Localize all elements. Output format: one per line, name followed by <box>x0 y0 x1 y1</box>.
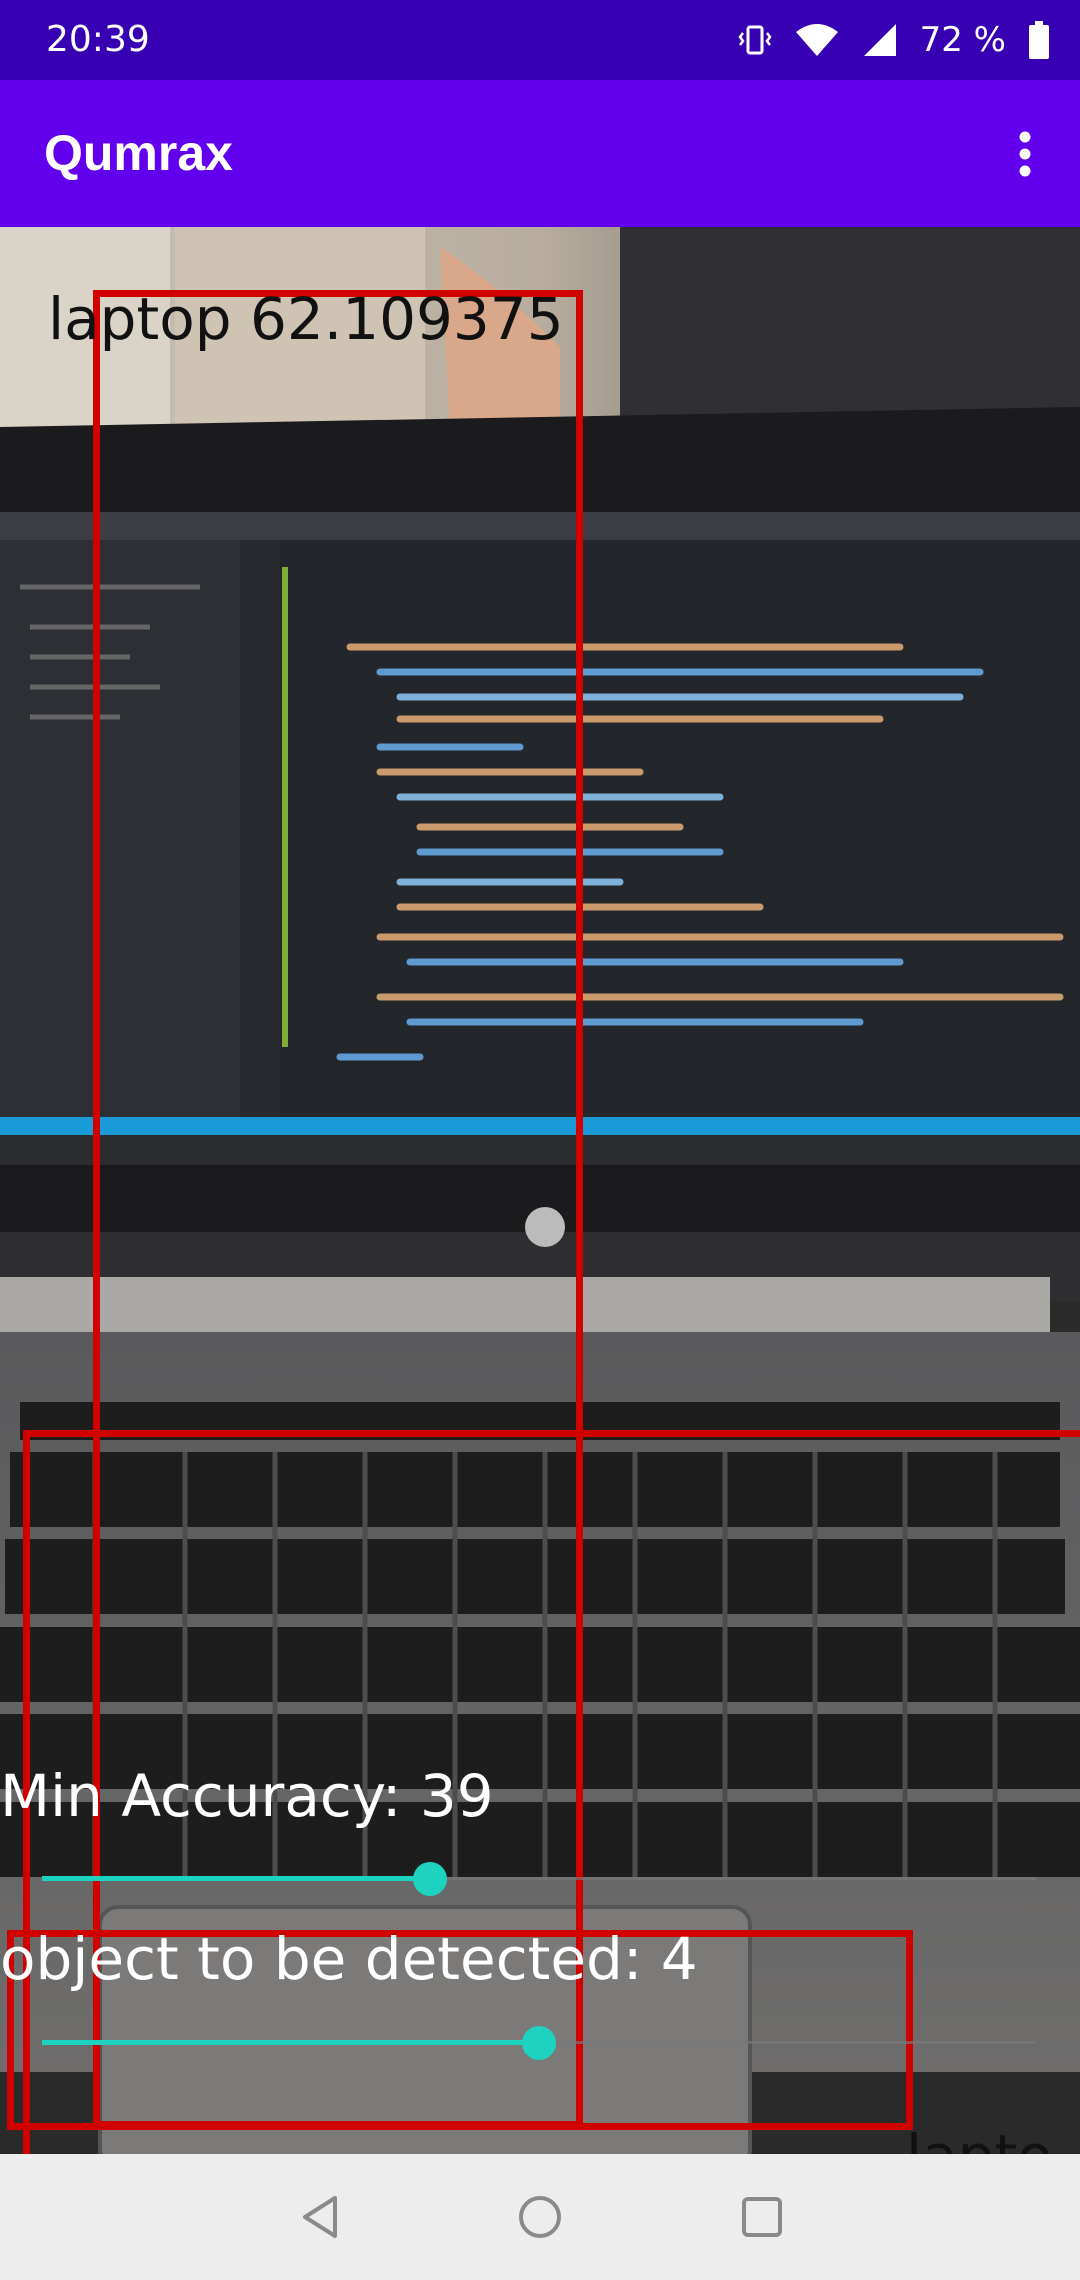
status-time: 20:39 <box>46 19 150 60</box>
overflow-menu-button[interactable] <box>970 80 1080 227</box>
vibrate-icon <box>738 23 772 57</box>
status-bar: 20:39 72 % <box>0 0 1080 80</box>
back-button[interactable] <box>280 2177 360 2257</box>
slider-thumb[interactable] <box>522 2026 556 2060</box>
min-accuracy-slider[interactable] <box>42 1854 1036 1904</box>
battery-icon <box>1028 21 1050 59</box>
camera-preview: laptop 62.109375 lapto Min Accuracy: 39 … <box>0 227 1080 2154</box>
slider-fill <box>42 2040 539 2045</box>
wifi-icon <box>794 22 840 58</box>
back-icon <box>303 2196 337 2238</box>
battery-percent: 72 % <box>919 20 1006 60</box>
navigation-bar <box>0 2154 1080 2280</box>
home-button[interactable] <box>500 2177 580 2257</box>
objects-count-label: object to be detected: 4 <box>0 1925 698 1993</box>
signal-icon <box>862 22 898 58</box>
min-accuracy-label: Min Accuracy: 39 <box>0 1762 494 1830</box>
slider-fill <box>42 1876 430 1881</box>
app-bar: Qumrax <box>0 80 1080 227</box>
detection-label: laptop 62.109375 <box>48 285 564 353</box>
app-title: Qumrax <box>44 125 233 181</box>
slider-thumb[interactable] <box>412 1862 447 1896</box>
status-icons: 72 % <box>738 18 1050 62</box>
more-vert-icon <box>1019 131 1031 176</box>
recents-button[interactable] <box>722 2177 802 2257</box>
detection-label: lapto <box>906 2122 1053 2154</box>
recents-icon <box>742 2197 782 2237</box>
objects-count-slider[interactable] <box>42 2018 1036 2068</box>
home-icon <box>519 2196 561 2238</box>
